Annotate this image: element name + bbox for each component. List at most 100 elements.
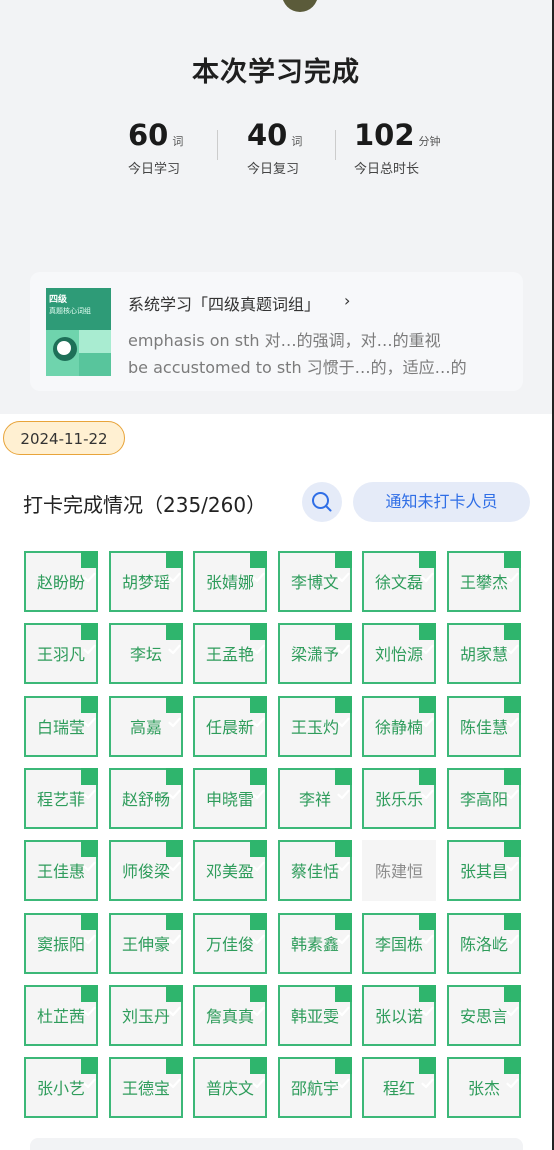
member-cell[interactable]: 张乐乐 xyxy=(362,768,436,829)
checkmark-icon xyxy=(504,696,521,728)
example-phrase: emphasis on sth 对…的强调，对…的重视 xyxy=(128,331,441,350)
member-cell[interactable]: 陈建恒 xyxy=(362,840,436,901)
member-name: 张以诺 xyxy=(374,1007,423,1026)
member-cell[interactable]: 韩素鑫 xyxy=(278,913,352,974)
checkmark-icon xyxy=(81,551,98,583)
checkin-title: 打卡完成情况（235/260） xyxy=(23,493,267,517)
member-cell[interactable]: 胡梦瑶 xyxy=(109,551,183,612)
member-cell[interactable]: 窦振阳 xyxy=(24,913,98,974)
member-cell[interactable]: 蔡佳恬 xyxy=(278,840,352,901)
checkmark-icon xyxy=(250,1057,267,1089)
member-cell[interactable]: 詹真真 xyxy=(193,985,267,1046)
member-cell[interactable]: 李高阳 xyxy=(447,768,521,829)
checkmark-icon xyxy=(419,551,436,583)
example-phrase: be accustomed to sth 习惯于…的，适应…的 xyxy=(128,358,467,377)
checkmark-icon xyxy=(504,623,521,655)
member-cell[interactable]: 程红 xyxy=(362,1057,436,1118)
member-name: 李祥 xyxy=(298,790,331,809)
member-cell[interactable]: 师俊梁 xyxy=(109,840,183,901)
member-cell[interactable]: 王德宝 xyxy=(109,1057,183,1118)
member-cell[interactable]: 王佳惠 xyxy=(24,840,98,901)
date-badge[interactable]: 2024-11-22 xyxy=(3,421,125,455)
stat-total-time: 102 分钟 今日总时长 xyxy=(354,118,441,177)
member-cell[interactable]: 白瑞莹 xyxy=(24,696,98,757)
member-cell[interactable]: 张小艺 xyxy=(24,1057,98,1118)
member-cell[interactable]: 赵盼盼 xyxy=(24,551,98,612)
member-name: 李坛 xyxy=(129,645,162,664)
member-name: 陈佳慧 xyxy=(459,718,508,737)
checkmark-icon xyxy=(81,840,98,872)
member-cell[interactable]: 张其昌 xyxy=(447,840,521,901)
member-name: 赵舒畅 xyxy=(121,790,170,809)
member-cell[interactable]: 程艺菲 xyxy=(24,768,98,829)
member-cell[interactable]: 王伸豪 xyxy=(109,913,183,974)
checkmark-icon xyxy=(504,768,521,800)
search-button[interactable] xyxy=(302,482,342,522)
member-name: 赵盼盼 xyxy=(36,573,85,592)
checkmark-icon xyxy=(81,696,98,728)
member-cell[interactable]: 韩亚雯 xyxy=(278,985,352,1046)
member-cell[interactable]: 徐静楠 xyxy=(362,696,436,757)
member-cell[interactable]: 安思言 xyxy=(447,985,521,1046)
checkmark-icon xyxy=(504,985,521,1017)
member-cell[interactable]: 任晨新 xyxy=(193,696,267,757)
member-cell[interactable]: 王孟艳 xyxy=(193,623,267,684)
chevron-right-icon[interactable]: › xyxy=(344,291,350,310)
book-title[interactable]: 系统学习「四级真题词组」 xyxy=(128,291,320,315)
member-name: 张杰 xyxy=(467,1079,500,1098)
checkmark-icon xyxy=(250,696,267,728)
member-name: 李国栋 xyxy=(374,935,423,954)
checkmark-icon xyxy=(166,623,183,655)
member-name: 蔡佳恬 xyxy=(290,862,339,881)
member-cell[interactable]: 张杰 xyxy=(447,1057,521,1118)
member-cell[interactable]: 高嘉 xyxy=(109,696,183,757)
page-title: 本次学习完成 xyxy=(192,57,360,88)
cover-title: 四级 xyxy=(49,295,68,305)
member-cell[interactable]: 李博文 xyxy=(278,551,352,612)
member-name: 詹真真 xyxy=(205,1007,254,1026)
member-cell[interactable]: 王攀杰 xyxy=(447,551,521,612)
member-cell[interactable]: 王玉灼 xyxy=(278,696,352,757)
member-cell[interactable]: 邓美盈 xyxy=(193,840,267,901)
checkmark-icon xyxy=(166,551,183,583)
member-cell[interactable]: 申晓雷 xyxy=(193,768,267,829)
member-cell[interactable]: 赵舒畅 xyxy=(109,768,183,829)
member-cell[interactable]: 杜芷茜 xyxy=(24,985,98,1046)
member-cell[interactable]: 张婧娜 xyxy=(193,551,267,612)
member-cell[interactable]: 刘怡源 xyxy=(362,623,436,684)
member-cell[interactable]: 普庆文 xyxy=(193,1057,267,1118)
member-name: 程红 xyxy=(382,1079,415,1098)
member-cell[interactable]: 李国栋 xyxy=(362,913,436,974)
member-cell[interactable]: 陈洛屹 xyxy=(447,913,521,974)
member-cell[interactable]: 刘玉丹 xyxy=(109,985,183,1046)
checkmark-icon xyxy=(81,768,98,800)
checkmark-icon xyxy=(166,1057,183,1089)
checkmark-icon xyxy=(504,840,521,872)
member-cell[interactable]: 邵航宇 xyxy=(278,1057,352,1118)
checkmark-icon xyxy=(166,696,183,728)
checkmark-icon xyxy=(81,623,98,655)
member-cell[interactable]: 万佳俊 xyxy=(193,913,267,974)
member-cell[interactable]: 徐文磊 xyxy=(362,551,436,612)
member-name: 窦振阳 xyxy=(36,935,85,954)
member-cell[interactable]: 张以诺 xyxy=(362,985,436,1046)
member-cell[interactable]: 李祥 xyxy=(278,768,352,829)
member-cell[interactable]: 胡家慧 xyxy=(447,623,521,684)
member-name: 万佳俊 xyxy=(205,935,254,954)
member-cell[interactable]: 李坛 xyxy=(109,623,183,684)
member-name: 程艺菲 xyxy=(36,790,85,809)
checkmark-icon xyxy=(504,913,521,945)
checkmark-icon xyxy=(166,913,183,945)
checkmark-icon xyxy=(81,1057,98,1089)
checkmark-icon xyxy=(81,985,98,1017)
checkmark-icon xyxy=(504,551,521,583)
member-cell[interactable]: 梁潇予 xyxy=(278,623,352,684)
member-name: 师俊梁 xyxy=(121,862,170,881)
notify-unchecked-button[interactable]: 通知未打卡人员 xyxy=(353,482,530,522)
member-name: 张婧娜 xyxy=(205,573,254,592)
member-name: 王德宝 xyxy=(121,1079,170,1098)
member-cell[interactable]: 王羽凡 xyxy=(24,623,98,684)
member-name: 韩素鑫 xyxy=(290,935,339,954)
member-cell[interactable]: 陈佳慧 xyxy=(447,696,521,757)
book-card[interactable]: 四级 真题核心词组 系统学习「四级真题词组」 › emphasis on sth… xyxy=(30,272,523,391)
